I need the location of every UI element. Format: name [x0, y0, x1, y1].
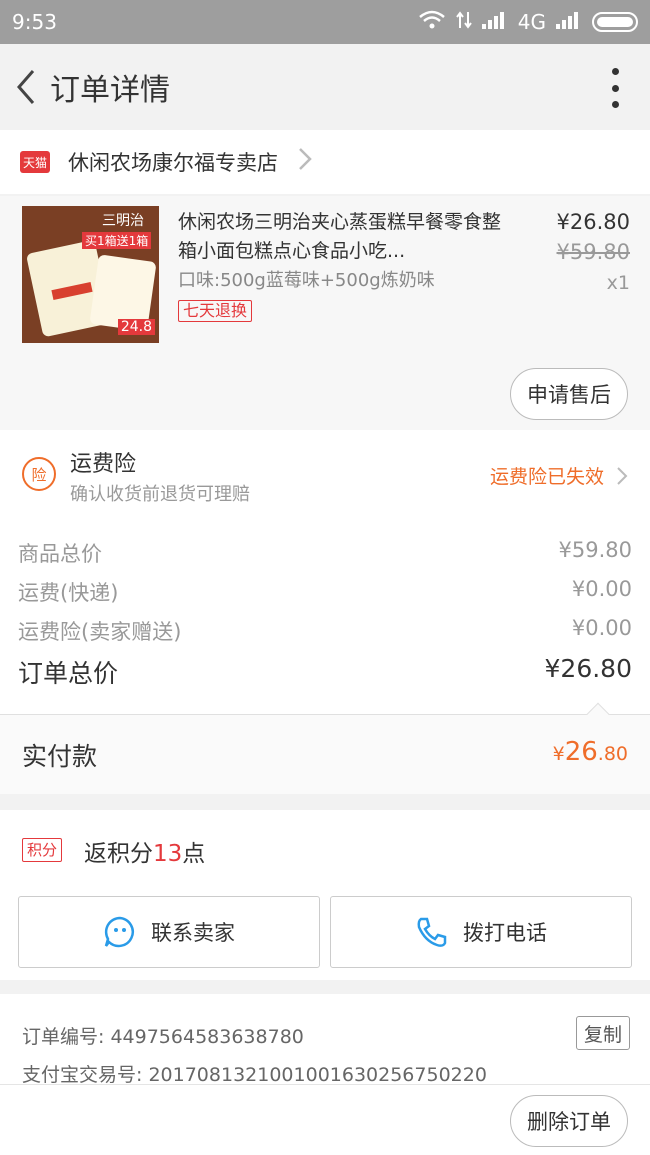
battery-icon	[592, 12, 638, 32]
insurance-status-text: 运费险已失效	[489, 466, 604, 488]
status-time: 9:53	[12, 10, 57, 34]
points-count: 13	[153, 841, 183, 867]
shipping-insurance-row[interactable]: 险 运费险 确认收货前退货可理赔 运费险已失效	[0, 430, 650, 522]
amount-paid-label: 实付款	[22, 742, 98, 771]
app-bar: 订单详情	[0, 44, 650, 130]
chevron-right-icon	[617, 467, 628, 485]
points-badge: 积分	[22, 838, 63, 862]
order-total-value: ¥26.80	[544, 654, 632, 683]
more-menu-icon[interactable]	[610, 68, 620, 108]
alipay-number-label: 支付宝交易号:	[22, 1064, 149, 1086]
points-text: 返积分13点	[84, 834, 205, 868]
order-number-value: 4497564583638780	[110, 1026, 304, 1048]
call-label: 拨打电话	[463, 921, 547, 945]
signal-icon-2	[556, 10, 582, 34]
chat-bubble-icon	[104, 916, 134, 948]
alipay-number-row: 支付宝交易号: 2017081321001001630256750220	[22, 1060, 487, 1087]
amount-paid-currency: ¥	[552, 743, 565, 765]
phone-icon	[417, 917, 447, 947]
insurance-subtitle: 确认收货前退货可理赔	[70, 484, 250, 505]
points-suffix: 点	[182, 841, 206, 867]
product-price: ¥26.80	[556, 210, 630, 234]
product-thumbnail[interactable]: 三明治 买1箱送1箱 24.8	[22, 206, 159, 343]
shop-row[interactable]: 天猫 休闲农场康尔福专卖店	[0, 130, 650, 194]
delete-order-button[interactable]: 删除订单	[510, 1095, 628, 1147]
copy-button[interactable]: 复制	[576, 1016, 630, 1050]
product-title: 休闲农场三明治夹心蒸蛋糕早餐零食整箱小面包糕点心食品小吃...	[178, 211, 502, 262]
order-total-label: 订单总价	[18, 659, 119, 688]
amount-paid-row: 实付款 ¥26.80	[0, 702, 650, 794]
insurance-title: 运费险	[70, 452, 137, 477]
shipping-value: ¥0.00	[571, 577, 632, 601]
data-arrows-icon	[455, 10, 472, 35]
order-number-row: 订单编号: 4497564583638780	[22, 1022, 304, 1049]
amount-paid-value: ¥26.80	[553, 737, 628, 767]
insurance-cost-label: 运费险(卖家赠送)	[18, 620, 182, 644]
alipay-number-value: 2017081321001001630256750220	[148, 1064, 487, 1086]
back-button[interactable]	[4, 65, 48, 109]
order-number-label: 订单编号:	[22, 1026, 111, 1048]
order-item[interactable]: 三明治 买1箱送1箱 24.8 休闲农场三明治夹心蒸蛋糕早餐零食整箱小面包糕点心…	[0, 196, 650, 430]
insurance-cost-row: 运费险(卖家赠送) ¥0.00	[18, 616, 632, 646]
after-sale-button[interactable]: 申请售后	[510, 368, 628, 420]
amount-paid-int: 26	[564, 737, 598, 767]
call-button[interactable]: 拨打电话	[330, 896, 632, 968]
goods-total-value: ¥59.80	[558, 538, 632, 562]
bottom-bar: 删除订单	[0, 1084, 650, 1155]
product-quantity: x1	[606, 272, 630, 294]
goods-total-row: 商品总价 ¥59.80	[18, 538, 632, 568]
shop-name: 休闲农场康尔福专卖店	[68, 151, 278, 175]
shipping-label: 运费(快递)	[18, 581, 119, 605]
network-label: 4G	[517, 10, 546, 34]
goods-total-label: 商品总价	[18, 542, 102, 566]
contact-seller-button[interactable]: 联系卖家	[18, 896, 320, 968]
tmall-badge-icon: 天猫	[20, 151, 50, 173]
thumb-price: 24.8	[117, 319, 155, 335]
status-bar: 9:53 4G	[0, 0, 650, 44]
wifi-icon	[418, 10, 446, 35]
product-spec: 口味:500g蓝莓味+500g炼奶味	[178, 270, 435, 291]
insurance-icon: 险	[22, 457, 56, 491]
thumb-promo: 买1箱送1箱	[82, 232, 152, 249]
points-section: 积分 返积分13点 联系卖家 拨打电话	[0, 810, 650, 980]
insurance-cost-value: ¥0.00	[571, 616, 632, 640]
insurance-status: 运费险已失效	[490, 462, 628, 489]
signal-icon	[481, 10, 508, 34]
amount-paid-dec: .80	[597, 743, 628, 765]
order-info: 订单编号: 4497564583638780 支付宝交易号: 201708132…	[0, 994, 650, 1087]
chevron-right-icon	[298, 147, 312, 177]
page-title: 订单详情	[50, 73, 170, 108]
seven-day-return-badge: 七天退换	[178, 300, 253, 322]
back-arrow-icon	[17, 70, 35, 104]
shipping-row: 运费(快递) ¥0.00	[18, 577, 632, 607]
thumb-brand: 三明治	[102, 213, 144, 229]
cost-summary: 商品总价 ¥59.80 运费(快递) ¥0.00 运费险(卖家赠送) ¥0.00…	[0, 522, 650, 714]
order-total-row: 订单总价 ¥26.80	[18, 654, 632, 690]
contact-seller-label: 联系卖家	[151, 921, 235, 945]
product-original-price: ¥59.80	[556, 240, 630, 264]
points-prefix: 返积分	[84, 841, 153, 867]
